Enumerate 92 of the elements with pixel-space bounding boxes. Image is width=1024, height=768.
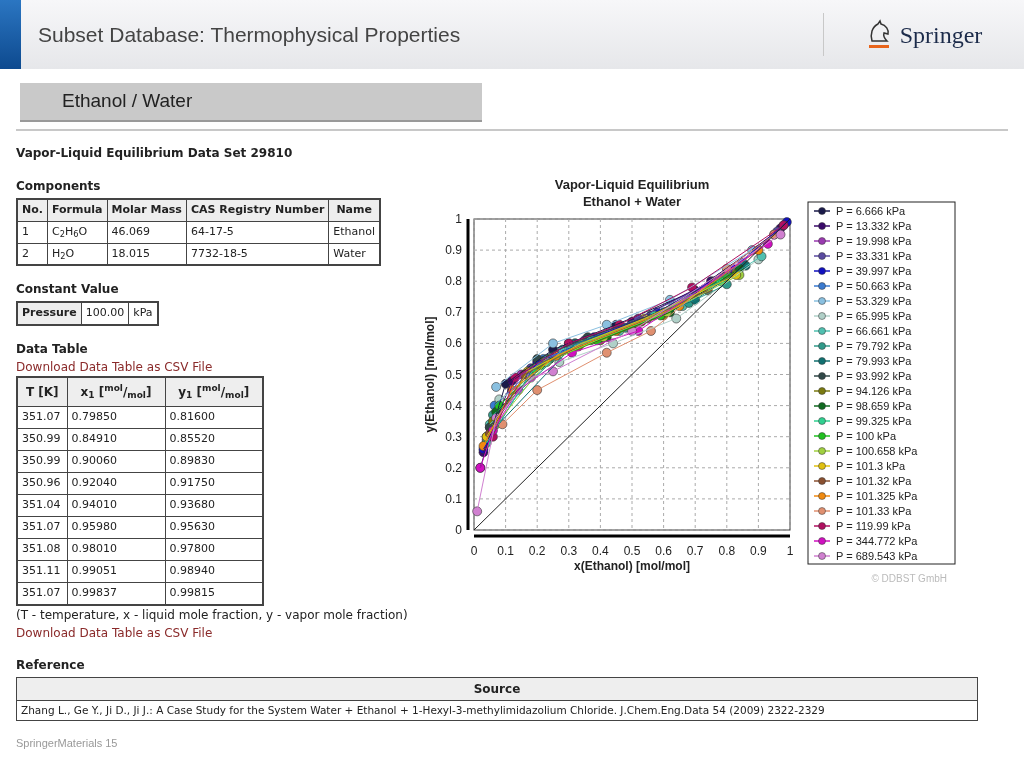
table-cell: 351.04 <box>17 494 67 517</box>
table-cell: 46.069 <box>107 221 187 243</box>
dataset-title: Vapor-Liquid Equilibrium Data Set 29810 <box>16 145 294 162</box>
x-tick-label: 0.8 <box>718 544 736 558</box>
legend-label: P = 98.659 kPa <box>836 400 912 412</box>
legend-label: P = 65.995 kPa <box>836 310 912 322</box>
x-tick-label: 0.1 <box>497 544 514 558</box>
x-tick-label: 0.3 <box>560 544 578 558</box>
legend-label: P = 101.3 kPa <box>836 460 906 472</box>
column-header: T [K] <box>17 376 67 407</box>
table-cell: Pressure <box>17 302 82 325</box>
column-header: Source <box>16 677 978 700</box>
table-cell: Zhang L., Ge Y., Ji D., Ji J.: A Case Study for the System Water + Ethanol + 1-Hexyl-3-methylimidazolium Chloride. J.Chem.Eng.Data 54 (2009) 2322-2329 <box>16 700 978 721</box>
column-header: No. <box>17 199 48 221</box>
legend-label: P = 100 kPa <box>836 430 897 442</box>
y-tick-label: 0.5 <box>445 367 462 382</box>
y-axis-label: y(Ethanol) [mol/mol] <box>423 316 437 433</box>
legend-label: P = 39.997 kPa <box>836 265 912 277</box>
table-cell: C$_{2}$H$_{6}$O <box>47 221 107 243</box>
y-tick-label: 0 <box>455 523 462 537</box>
table-cell: 351.08 <box>17 538 67 561</box>
column-header: x$_{1}$ [$^{mol}$/$_{mol}$] <box>67 376 165 407</box>
table-cell: 351.07 <box>17 516 67 539</box>
section-heading: Components <box>16 178 102 195</box>
table-note: (T - temperature, x - liquid mole fraction, y - vapor mole fraction) <box>16 606 409 624</box>
table-cell: 1 <box>17 221 48 243</box>
y-tick-label: 0.4 <box>445 398 462 413</box>
brand-name: Springer <box>899 20 983 50</box>
table-cell: 350.99 <box>17 450 67 473</box>
section-heading: Constant Value <box>16 281 120 298</box>
chart-credit: © DDBST GmbH <box>871 573 947 584</box>
y-tick-label: 0.9 <box>445 243 462 258</box>
x-tick-label: 1 <box>786 544 794 558</box>
slide-footer: SpringerMaterials 15 <box>16 735 118 752</box>
x-tick-label: 0.5 <box>623 544 641 558</box>
legend-label: P = 101.325 kPa <box>836 490 918 502</box>
y-tick-label: 0.7 <box>445 305 462 320</box>
section-heading: Data Table <box>16 340 89 358</box>
legend-label: P = 53.329 kPa <box>836 295 912 307</box>
column-header: Formula <box>47 199 107 221</box>
table-cell: 351.07 <box>17 406 67 429</box>
legend-label: P = 33.331 kPa <box>836 250 912 262</box>
x-tick-label: 0 <box>470 544 478 558</box>
legend-label: P = 101.33 kPa <box>836 505 912 517</box>
y-tick-label: 1 <box>455 212 462 226</box>
column-header: Molar Mass <box>107 199 187 221</box>
legend-label: P = 79.993 kPa <box>836 355 912 367</box>
table-cell: 0.98010 <box>67 538 165 561</box>
table-cell: 0.92040 <box>67 472 165 495</box>
legend-label: P = 100.658 kPa <box>836 445 918 457</box>
table-cell: 0.99051 <box>67 560 165 583</box>
y-tick-label: 0.2 <box>445 460 462 475</box>
y-tick-label: 0.8 <box>445 274 462 289</box>
table-cell: 350.99 <box>17 428 67 451</box>
legend-label: P = 94.126 kPa <box>836 385 912 397</box>
column-header: y$_{1}$ [$^{mol}$/$_{mol}$] <box>165 376 263 407</box>
legend-label: P = 50.663 kPa <box>836 280 912 292</box>
x-tick-label: 0.7 <box>686 544 704 558</box>
legend-label: P = 13.332 kPa <box>836 220 912 232</box>
table-cell: 0.90060 <box>67 450 165 473</box>
y-tick-label: 0.1 <box>445 491 462 506</box>
legend-label: P = 93.992 kPa <box>836 370 912 382</box>
slide-title: Subset Database: Thermophysical Properties <box>38 21 461 48</box>
table-cell: 64-17-5 <box>186 221 329 243</box>
legend-label: P = 66.661 kPa <box>836 325 912 337</box>
system-heading: Ethanol / Water <box>20 83 482 122</box>
legend-label: P = 344.772 kPa <box>836 535 918 547</box>
table-cell: 350.96 <box>17 472 67 495</box>
column-header: CAS Registry Number <box>186 199 329 221</box>
x-axis-label: x(Ethanol) [mol/mol] <box>574 559 690 573</box>
section-heading: Reference <box>16 656 86 674</box>
table-cell: 0.95980 <box>67 516 165 539</box>
legend-label: P = 119.99 kPa <box>836 520 911 532</box>
x-tick-label: 0.9 <box>750 544 767 558</box>
chart-title: Vapor-Liquid Equilibrium <box>554 177 710 192</box>
legend-label: P = 79.792 kPa <box>836 340 912 352</box>
table-cell: 351.11 <box>17 560 67 583</box>
x-tick-label: 0.2 <box>528 544 546 558</box>
x-tick-label: 0.4 <box>592 544 609 558</box>
legend-label: P = 19.998 kPa <box>836 235 912 247</box>
table-cell: 0.79850 <box>67 406 165 429</box>
x-tick-label: 0.6 <box>655 544 672 558</box>
table-cell: 0.84910 <box>67 428 165 451</box>
chart-title: Ethanol + Water <box>582 194 682 209</box>
y-tick-label: 0.3 <box>445 429 462 444</box>
legend-label: P = 6.666 kPa <box>836 205 906 217</box>
y-tick-label: 0.6 <box>445 336 462 351</box>
column-header: Name <box>328 199 381 221</box>
table-cell: 0.94010 <box>67 494 165 517</box>
legend-label: P = 101.32 kPa <box>836 475 912 487</box>
legend-label: P = 99.325 kPa <box>836 415 912 427</box>
legend-label: P = 689.543 kPa <box>836 550 918 562</box>
